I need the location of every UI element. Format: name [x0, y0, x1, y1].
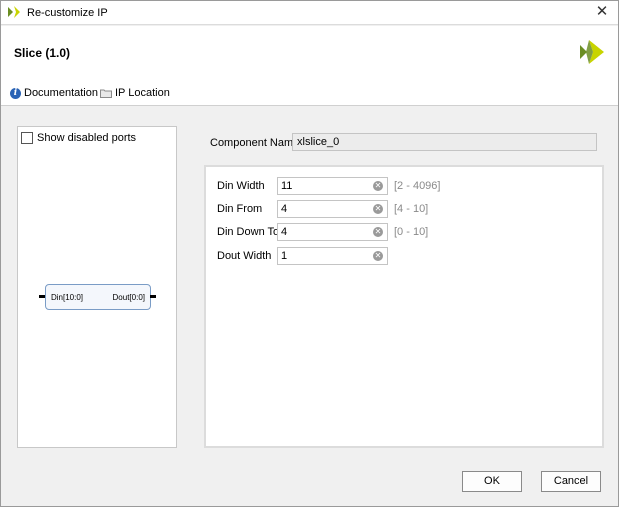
show-disabled-ports-checkbox[interactable]: Show disabled ports	[21, 132, 136, 144]
show-disabled-ports-label: Show disabled ports	[37, 132, 137, 144]
ip-location-label: IP Location	[115, 87, 170, 99]
din-width-value: 11	[281, 180, 293, 192]
title-bar: Re-customize IP ✕	[1, 1, 618, 25]
din-width-field[interactable]: 11 ✕	[277, 177, 388, 195]
input-port-label: Din[10:0]	[51, 293, 84, 302]
documentation-link[interactable]: i Documentation	[10, 87, 98, 99]
output-port-stub	[150, 295, 156, 298]
din-from-label: Din From	[217, 203, 263, 215]
output-port-label: Dout[0:0]	[112, 293, 145, 302]
close-icon[interactable]: ✕	[594, 4, 610, 20]
parameters-panel: Din Width 11 ✕ [2 - 4096] Din From 4 ✕ […	[204, 165, 604, 448]
folder-icon	[100, 89, 112, 98]
din-down-to-label: Din Down To	[217, 226, 280, 238]
din-down-to-value: 4	[281, 226, 288, 238]
clear-icon[interactable]: ✕	[373, 227, 383, 237]
cancel-button[interactable]: Cancel	[541, 471, 601, 492]
ip-header: Slice (1.0)	[1, 26, 618, 79]
ip-symbol-block: Din[10:0] Dout[0:0]	[45, 284, 151, 310]
din-from-range: [4 - 10]	[394, 203, 429, 215]
dout-width-field[interactable]: 1 ✕	[277, 247, 388, 265]
ip-name-title: Slice (1.0)	[14, 46, 71, 60]
din-from-value: 4	[281, 203, 288, 215]
din-from-field[interactable]: 4 ✕	[277, 200, 388, 218]
din-width-range: [2 - 4096]	[394, 180, 441, 192]
din-down-to-range: [0 - 10]	[394, 226, 429, 238]
ok-button[interactable]: OK	[462, 471, 522, 492]
info-icon: i	[10, 87, 21, 99]
re-customize-ip-dialog: Re-customize IP ✕ Slice (1.0) i Document…	[0, 0, 619, 507]
app-logo-icon	[8, 6, 20, 18]
din-down-to-field[interactable]: 4 ✕	[277, 223, 388, 241]
clear-icon[interactable]: ✕	[373, 251, 383, 261]
dout-width-value: 1	[281, 250, 288, 262]
dout-width-label: Dout Width	[217, 250, 272, 262]
component-name-field[interactable]: xlslice_0	[292, 133, 597, 151]
din-width-label: Din Width	[217, 180, 265, 192]
window-title: Re-customize IP	[27, 7, 108, 19]
component-name-label: Component Name	[210, 137, 300, 149]
clear-icon[interactable]: ✕	[373, 181, 383, 191]
clear-icon[interactable]: ✕	[373, 204, 383, 214]
brand-logo-icon	[580, 40, 604, 64]
ip-symbol-panel: Show disabled ports Din[10:0] Dout[0:0]	[17, 126, 177, 448]
link-bar: i Documentation IP Location	[1, 79, 618, 106]
documentation-label: Documentation	[24, 87, 98, 99]
checkbox-box[interactable]	[21, 132, 33, 144]
ip-location-link[interactable]: IP Location	[100, 87, 170, 99]
